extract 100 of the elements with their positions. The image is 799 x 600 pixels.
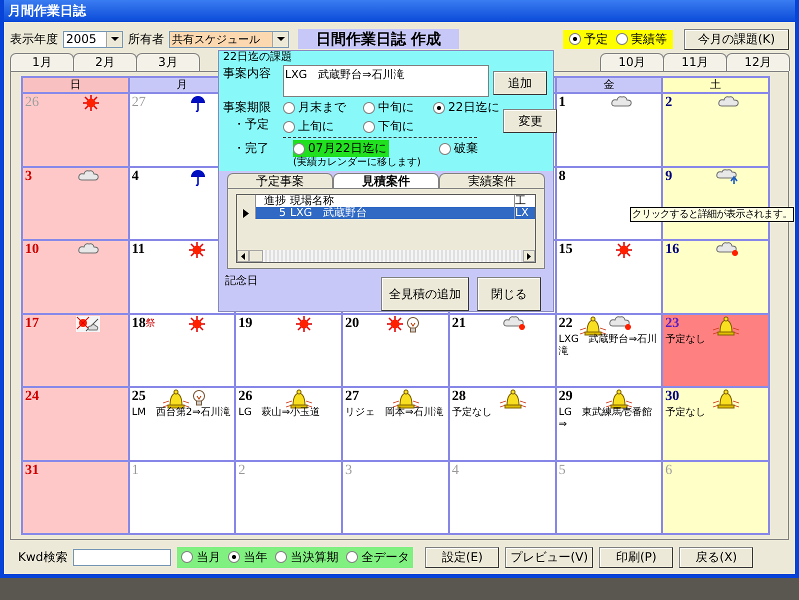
- radio-button[interactable]: [283, 120, 295, 132]
- grid-row[interactable]: 5 LXG 武蔵野台 LX: [237, 207, 535, 219]
- day-cell[interactable]: 27 リジェ 岡本⇒石川滝: [343, 388, 448, 460]
- day-cell[interactable]: 2: [663, 94, 768, 166]
- day-number: 21: [452, 316, 466, 330]
- case-tab[interactable]: 予定事案: [227, 173, 333, 188]
- radio-button[interactable]: [363, 102, 375, 114]
- day-number: 26: [25, 95, 39, 110]
- year-label: 表示年度: [10, 30, 58, 48]
- action-button[interactable]: 戻る(X): [679, 546, 754, 568]
- day-number: 11: [132, 242, 145, 257]
- day-cell[interactable]: 3: [23, 168, 128, 239]
- radio-button[interactable]: [346, 551, 358, 563]
- action-button[interactable]: プレビュー(V): [505, 546, 594, 568]
- month-tab[interactable]: 1月: [10, 53, 74, 71]
- radio-label: 実績等: [631, 30, 667, 48]
- day-cell[interactable]: 21: [450, 314, 555, 386]
- radio-button[interactable]: [181, 551, 194, 563]
- day-cell[interactable]: 30 予定なし: [663, 388, 768, 460]
- month-tab[interactable]: 3月: [136, 53, 200, 71]
- day-number: 31: [25, 462, 39, 478]
- add-button[interactable]: 追加: [493, 71, 547, 95]
- action-button[interactable]: 印刷(P): [599, 546, 674, 568]
- day-number: 27: [132, 95, 146, 110]
- sun-icon: [615, 242, 634, 258]
- day-number: 2: [665, 95, 672, 110]
- day-number: 4: [452, 462, 459, 478]
- month-tab[interactable]: 2月: [73, 53, 137, 71]
- radio-label: 全データ: [361, 548, 410, 566]
- radio-label: 予定: [584, 30, 608, 48]
- case-tab[interactable]: 見積案件: [333, 173, 439, 188]
- day-cell[interactable]: 1: [556, 94, 662, 166]
- tooltip: クリックすると詳細が表示されます。: [630, 207, 794, 222]
- keyword-search-field[interactable]: [73, 548, 172, 566]
- day-cell[interactable]: 15: [556, 241, 662, 312]
- bell-icon: [712, 316, 740, 336]
- day-cell[interactable]: 22 LXG 武蔵野台⇒石川滝: [556, 314, 662, 386]
- day-cell[interactable]: 28 予定なし: [450, 388, 555, 460]
- close-button[interactable]: 閉じる: [477, 277, 541, 311]
- day-number: 5: [558, 462, 566, 478]
- sun-icon: [188, 316, 206, 332]
- radio-label: 上旬に: [298, 118, 334, 135]
- day-cell[interactable]: 18祭: [130, 314, 234, 386]
- event-text: 予定なし: [665, 407, 706, 419]
- day-number: 29: [558, 389, 573, 404]
- day-number: 27: [345, 389, 360, 404]
- done-note: (実績カレンダーに移します): [293, 157, 421, 168]
- radio-button[interactable]: [569, 33, 581, 45]
- day-cell[interactable]: 25 LM 西台第2⇒石川滝: [130, 388, 234, 460]
- day-number: 20: [345, 316, 360, 330]
- radio-label: 中旬に: [378, 99, 414, 116]
- radio-button[interactable]: [363, 120, 375, 132]
- day-number: 3: [345, 462, 352, 478]
- light-bulb-icon: [406, 316, 420, 334]
- owner-dropdown[interactable]: 共有スケジュール: [169, 30, 289, 48]
- holiday-mark: 祭: [146, 316, 156, 330]
- month-tab[interactable]: 11月: [663, 53, 727, 71]
- day-number: 10: [25, 242, 39, 257]
- radio-button[interactable]: [283, 102, 295, 114]
- day-cell[interactable]: 26 LG 萩山⇒小玉道: [236, 388, 342, 460]
- radio-button[interactable]: [293, 142, 305, 154]
- radio-button[interactable]: [275, 551, 288, 563]
- umbrella-icon: [190, 168, 206, 186]
- scroll-thumb[interactable]: [249, 250, 263, 262]
- scroll-right-button[interactable]: [523, 250, 535, 262]
- day-cell[interactable]: 20: [343, 314, 448, 386]
- window-title: 月間作業日誌: [8, 3, 86, 20]
- scroll-left-button[interactable]: [237, 250, 249, 262]
- cloud-icon: [718, 95, 740, 108]
- day-number: 4: [132, 168, 139, 184]
- month-tab[interactable]: 10月: [600, 53, 664, 71]
- radio-button[interactable]: [228, 551, 240, 563]
- day-cell[interactable]: 19: [236, 314, 342, 386]
- change-button[interactable]: 変更: [503, 109, 558, 133]
- column-header: 現場名称: [289, 195, 335, 207]
- owner-label: 所有者: [128, 30, 164, 48]
- radio-label: 破棄: [454, 140, 478, 157]
- content-field[interactable]: LXG 武蔵野台⇒石川滝: [283, 65, 489, 97]
- case-tab[interactable]: 実績案件: [439, 173, 545, 188]
- monthly-tasks-button[interactable]: 今月の課題(K): [684, 28, 789, 50]
- cloud-sun-icon: [609, 316, 634, 330]
- day-cell[interactable]: 23 予定なし: [663, 314, 768, 386]
- add-all-estimates-button[interactable]: 全見積の追加: [381, 277, 469, 311]
- event-text: リジェ 岡本⇒石川滝: [345, 407, 445, 419]
- radio-button[interactable]: [616, 33, 628, 45]
- weekday-header: 日: [23, 78, 128, 92]
- day-cell[interactable]: 31: [23, 462, 128, 533]
- month-tab[interactable]: 12月: [726, 53, 790, 71]
- bell-icon: [579, 316, 608, 336]
- radio-button[interactable]: [433, 102, 445, 114]
- day-cell[interactable]: 29 LG 東武練馬壱番館⇒: [556, 388, 662, 460]
- day-cell[interactable]: 10: [23, 241, 128, 312]
- day-cell[interactable]: 16: [663, 241, 768, 312]
- radio-button[interactable]: [438, 142, 451, 154]
- radio-label: 当年: [243, 548, 268, 566]
- action-button[interactable]: 設定(E): [425, 546, 500, 568]
- day-cell[interactable]: 17: [23, 314, 128, 386]
- year-dropdown[interactable]: 2005: [63, 30, 123, 48]
- day-cell[interactable]: 24: [23, 388, 128, 460]
- day-number: 25: [132, 389, 146, 404]
